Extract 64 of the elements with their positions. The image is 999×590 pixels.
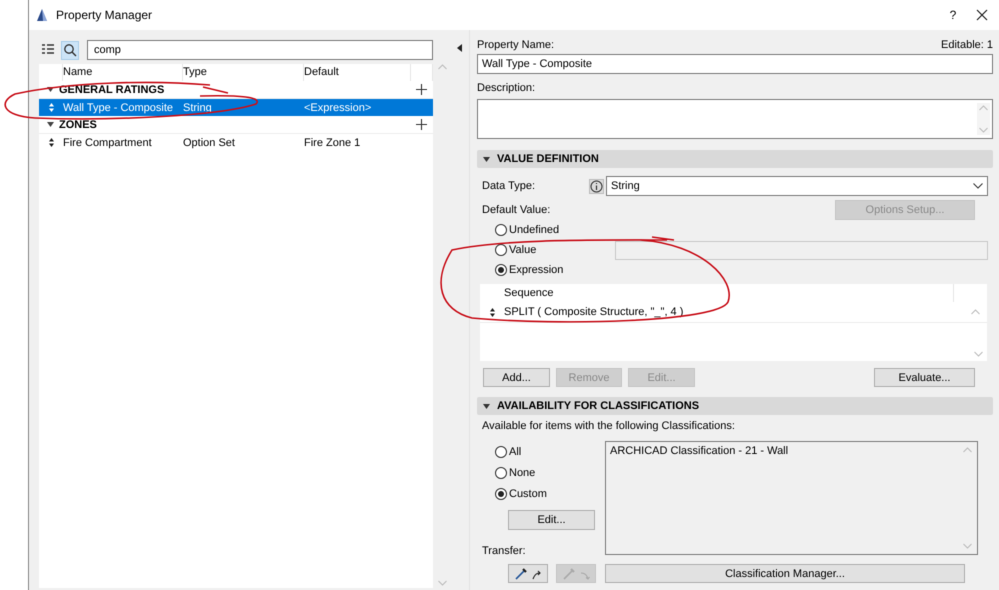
radio-button[interactable] <box>495 466 507 478</box>
column-header[interactable]: Name <box>63 64 183 81</box>
transfer-button[interactable] <box>508 564 548 583</box>
radio-label: None <box>509 466 536 478</box>
add-icon[interactable] <box>416 119 427 130</box>
drag-handle-icon[interactable] <box>48 103 54 112</box>
collapse-arrow-icon[interactable] <box>483 156 490 162</box>
property-row[interactable]: Fire Compartment Option Set Fire Zone 1 <box>39 134 433 151</box>
add-icon[interactable] <box>416 84 427 95</box>
expand-arrow-icon[interactable] <box>47 86 54 93</box>
close-icon[interactable] <box>976 9 988 21</box>
classification-manager-button[interactable]: Classification Manager... <box>605 564 965 583</box>
property-default: Fire Zone 1 <box>304 136 362 148</box>
radio-label: Expression <box>509 264 564 276</box>
classification-list[interactable]: ARCHICAD Classification - 21 - Wall <box>605 441 978 555</box>
editable-count: Editable: 1 <box>941 39 993 51</box>
drag-handle-icon[interactable] <box>490 308 494 316</box>
search-icon <box>63 43 77 57</box>
radio-label: Custom <box>509 488 547 500</box>
edit-button[interactable]: Edit... <box>508 510 595 530</box>
property-default: <Expression> <box>304 102 372 114</box>
property-name: Wall Type - Composite <box>63 102 174 114</box>
field-label: Property Name: <box>477 39 554 51</box>
eyedropper-icon <box>561 566 591 581</box>
property-type: Option Set <box>183 136 236 148</box>
radio-label: Undefined <box>509 224 560 236</box>
classification-item[interactable]: ARCHICAD Classification - 21 - Wall <box>610 445 961 457</box>
group-name: ZONES <box>59 118 98 130</box>
action-button[interactable]: Evaluate... <box>874 368 975 387</box>
property-row[interactable]: Wall Type - Composite String <Expression> <box>39 99 433 116</box>
radio-label: All <box>509 446 522 458</box>
field-label: Transfer: <box>482 545 527 557</box>
action-button[interactable]: Add... <box>483 368 550 387</box>
drag-handle-icon[interactable] <box>48 138 54 147</box>
eyedropper-icon <box>513 566 543 581</box>
app-logo-icon <box>36 9 47 21</box>
section-header[interactable]: AVAILABILITY FOR CLASSIFICATIONS <box>477 397 993 415</box>
data-type-dropdown[interactable]: String <box>606 176 988 196</box>
radio-button[interactable] <box>495 488 507 500</box>
radio-button[interactable] <box>495 224 507 236</box>
collapse-panel-icon[interactable] <box>457 44 462 52</box>
collapse-arrow-icon[interactable] <box>483 402 490 410</box>
property-type: String <box>183 102 213 114</box>
radio-button[interactable] <box>495 446 507 458</box>
chevron-down-icon <box>973 183 983 189</box>
field-label: Data Type: <box>482 180 536 192</box>
radio-button[interactable] <box>495 244 507 256</box>
info-icon[interactable] <box>589 178 604 194</box>
help-button[interactable]: ? <box>938 8 968 22</box>
property-name: Fire Compartment <box>63 136 153 148</box>
radio-button[interactable] <box>495 264 507 276</box>
radio-label: Value <box>509 244 536 256</box>
column-header[interactable]: Sequence <box>504 287 953 299</box>
search-toggle[interactable] <box>61 40 79 60</box>
caption: Available for items with the following Classifications: <box>482 419 736 433</box>
column-header[interactable]: Default <box>304 64 411 81</box>
window-title: Property Manager <box>56 8 154 22</box>
column-header[interactable]: Type <box>183 64 304 81</box>
section-header[interactable]: VALUE DEFINITION <box>477 150 993 168</box>
property-name-field[interactable]: Wall Type - Composite <box>477 54 993 74</box>
field-label: Description: <box>477 82 536 94</box>
search-field[interactable]: comp <box>87 40 433 60</box>
field-label: Default Value: <box>482 204 550 216</box>
expand-arrow-icon[interactable] <box>47 121 54 128</box>
